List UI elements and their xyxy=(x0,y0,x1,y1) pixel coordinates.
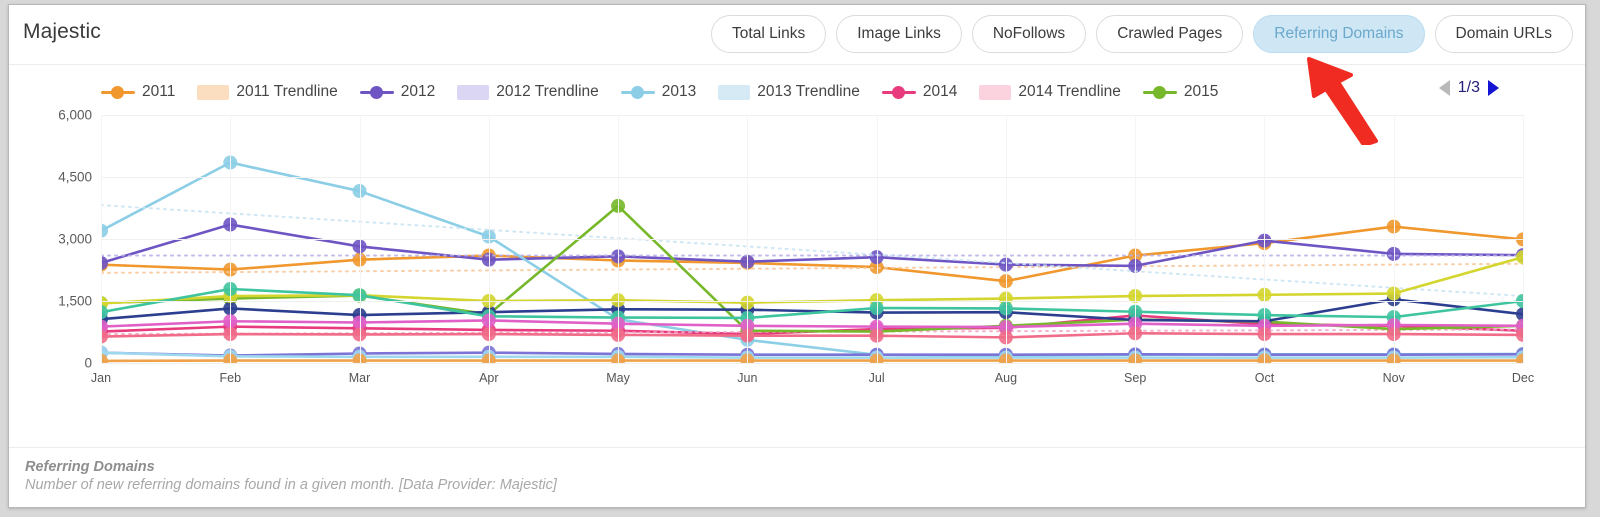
card-footer: Referring Domains Number of new referrin… xyxy=(9,447,1585,507)
x-gridline xyxy=(488,115,490,363)
x-axis-tick-label: Jan xyxy=(90,371,112,385)
x-gridline xyxy=(1264,115,1266,363)
x-axis-tick-label: Sep xyxy=(1124,371,1147,385)
tab-domain-urls[interactable]: Domain URLs xyxy=(1434,15,1573,53)
legend-item-2014[interactable]: 2014 xyxy=(881,83,958,101)
x-axis-tick-label: Mar xyxy=(348,371,371,385)
legend-item-label: 2011 Trendline xyxy=(236,83,338,100)
x-axis-tick-label: Nov xyxy=(1382,371,1405,385)
legend-entry-list: 2011 2011 Trendline 2012 2012 Trendline 2013… xyxy=(101,75,1218,109)
chart-plot: 0 1,500 3,000 4,500 6,000 Jan Feb Mar Apr May Jun J… xyxy=(58,108,1534,386)
legend-item-2015[interactable]: 2015 xyxy=(1142,83,1219,101)
legend-item-2011-trendline[interactable]: 2011 Trendline xyxy=(197,83,338,101)
y-axis-tick-label: 4,500 xyxy=(58,169,92,185)
x-gridline xyxy=(1005,115,1007,363)
series-series-c xyxy=(101,282,1523,325)
x-gridline xyxy=(747,115,749,363)
legend-item-label: 2011 xyxy=(142,83,176,100)
series-2015 xyxy=(101,198,1523,339)
majestic-chart-card: Majestic Total Links Image Links NoFollows… xyxy=(8,4,1586,508)
x-axis-tick-label: Feb xyxy=(219,371,242,385)
x-axis-tick-label: Jul xyxy=(868,371,885,385)
legend-item-2013[interactable]: 2013 xyxy=(620,83,697,101)
legend-item-label: 2015 xyxy=(1183,83,1219,100)
legend-item-2012-trendline[interactable]: 2012 Trendline xyxy=(457,83,599,101)
x-axis-tick-label: Apr xyxy=(479,371,499,385)
legend-pagination: 1/3 xyxy=(1438,79,1499,97)
legend-line-marker-icon xyxy=(881,85,916,99)
legend-swatch-icon xyxy=(457,84,490,100)
legend-item-label: 2014 xyxy=(922,83,958,100)
legend-line-marker-icon xyxy=(1142,85,1177,99)
legend-item-label: 2012 xyxy=(400,83,436,100)
series-2013-trendline xyxy=(101,204,1523,298)
chevron-right-icon[interactable] xyxy=(1488,80,1499,96)
x-axis-tick-label: Oct xyxy=(1254,371,1275,385)
x-gridline xyxy=(876,115,878,363)
card-header: Majestic Total Links Image Links NoFollows… xyxy=(9,5,1585,65)
y-gridline xyxy=(101,363,1523,364)
x-axis-tick-label: Aug xyxy=(994,371,1018,385)
tab-image-links[interactable]: Image Links xyxy=(836,15,962,53)
x-gridline xyxy=(359,115,361,363)
page-title: Majestic xyxy=(23,20,101,43)
legend-item-label: 2014 Trendline xyxy=(1018,83,1121,100)
y-axis-tick-label: 6,000 xyxy=(58,107,92,123)
legend-item-label: 2012 Trendline xyxy=(496,83,599,100)
legend-item-2014-trendline[interactable]: 2014 Trendline xyxy=(979,83,1121,101)
legend-line-marker-icon xyxy=(620,85,655,99)
x-gridline xyxy=(230,115,232,363)
legend-line-marker-icon xyxy=(359,85,394,99)
chart-legend: 2011 2011 Trendline 2012 2012 Trendline 2013… xyxy=(9,75,1585,109)
legend-line-marker-icon xyxy=(101,85,135,99)
legend-swatch-icon xyxy=(979,84,1012,100)
x-axis-tick-label: May xyxy=(606,371,630,385)
legend-swatch-icon xyxy=(197,84,230,100)
y-gridline xyxy=(101,115,1523,116)
x-gridline xyxy=(1393,115,1395,363)
y-axis-tick-label: 0 xyxy=(84,355,92,371)
tab-nofollows[interactable]: NoFollows xyxy=(971,15,1087,53)
x-gridline xyxy=(618,115,620,363)
legend-item-label: 2013 xyxy=(661,83,697,100)
metric-tab-group: Total Links Image Links NoFollows Crawled P… xyxy=(711,15,1573,53)
series-2011 xyxy=(101,219,1523,289)
footer-metric-title: Referring Domains xyxy=(25,459,155,475)
legend-item-2012[interactable]: 2012 xyxy=(359,83,436,101)
legend-swatch-icon xyxy=(718,84,751,100)
tab-crawled-pages[interactable]: Crawled Pages xyxy=(1096,15,1244,53)
y-axis-tick-label: 1,500 xyxy=(58,293,92,309)
legend-item-2013-trendline[interactable]: 2013 Trendline xyxy=(718,83,860,101)
x-axis-tick-label: Dec xyxy=(1511,371,1535,385)
tab-referring-domains[interactable]: Referring Domains xyxy=(1253,15,1425,53)
x-gridline xyxy=(101,115,102,363)
legend-item-2011[interactable]: 2011 xyxy=(101,83,175,101)
data-point-marker[interactable] xyxy=(101,223,108,238)
footer-metric-description: Number of new referring domains found in… xyxy=(25,477,557,493)
y-gridline xyxy=(101,301,1523,302)
x-gridline xyxy=(1523,115,1524,363)
chart-area: 0 1,500 3,000 4,500 6,000 Jan Feb Mar Apr May Jun J… xyxy=(23,108,1571,399)
y-gridline xyxy=(101,239,1523,240)
x-axis-tick-label: Jun xyxy=(737,371,758,385)
legend-page-indicator: 1/3 xyxy=(1457,79,1480,96)
chevron-left-icon[interactable] xyxy=(1438,80,1450,96)
x-gridline xyxy=(1135,115,1137,363)
legend-item-label: 2013 Trendline xyxy=(757,83,860,100)
y-gridline xyxy=(101,177,1523,178)
tab-total-links[interactable]: Total Links xyxy=(711,15,827,53)
y-axis-tick-label: 3,000 xyxy=(58,231,92,247)
